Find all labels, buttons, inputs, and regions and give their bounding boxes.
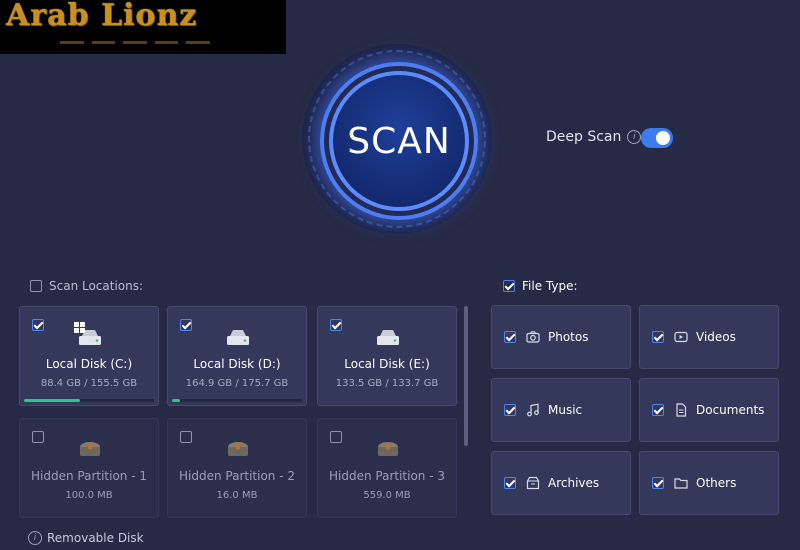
disk-card-d[interactable]: Local Disk (D:) 164.9 GB / 175.7 GB <box>167 306 307 406</box>
file-type-header: File Type: <box>503 279 578 293</box>
music-label: Music <box>548 403 583 417</box>
brand-logo-underline <box>60 38 210 46</box>
removable-disk-label: Removable Disk <box>47 531 144 545</box>
disk-d-size: 164.9 GB / 175.7 GB <box>185 378 289 389</box>
file-type-archives[interactable]: Archives <box>491 451 631 515</box>
windows-icon <box>74 322 85 333</box>
scan-button[interactable]: SCAN <box>329 71 469 211</box>
disk-c-size: 88.4 GB / 155.5 GB <box>40 378 138 389</box>
archives-checkbox[interactable] <box>504 477 516 489</box>
hard-drive-icon <box>227 330 249 345</box>
toggle-knob <box>656 131 670 145</box>
disk-card-c[interactable]: Local Disk (C:) 88.4 GB / 155.5 GB <box>19 306 159 406</box>
partition-2-checkbox[interactable] <box>180 431 192 443</box>
info-icon[interactable]: i <box>627 130 642 144</box>
partition-drive-icon <box>80 442 100 456</box>
archive-icon <box>526 476 540 490</box>
brand-logo: Arab Lionz <box>0 0 286 54</box>
disk-e-size: 133.5 GB / 133.7 GB <box>335 378 439 389</box>
partition-1-size: 100.0 MB <box>65 490 113 501</box>
disk-c-usage-fill <box>24 399 80 402</box>
partition-drive-icon <box>378 442 398 456</box>
partition-card-2[interactable]: Hidden Partition - 2 16.0 MB <box>167 418 307 518</box>
deep-scan-option: Deep Scan i <box>546 129 642 145</box>
partition-3-name: Hidden Partition - 3 <box>329 469 445 483</box>
partition-1-name: Hidden Partition - 1 <box>31 469 147 483</box>
disk-e-checkbox[interactable] <box>330 319 342 331</box>
play-icon <box>674 331 688 343</box>
disk-c-name: Local Disk (C:) <box>45 357 133 371</box>
partition-2-name: Hidden Partition - 2 <box>179 469 295 483</box>
folder-icon <box>674 478 688 489</box>
hard-drive-icon <box>377 330 399 345</box>
scan-locations-header: Scan Locations: <box>30 279 143 293</box>
scan-button-label: SCAN <box>347 120 451 162</box>
file-type-documents[interactable]: Documents <box>639 378 779 442</box>
file-type-label: File Type: <box>522 279 578 293</box>
videos-checkbox[interactable] <box>652 331 664 343</box>
music-icon <box>527 403 539 417</box>
document-icon <box>676 403 687 417</box>
partition-card-1[interactable]: Hidden Partition - 1 100.0 MB <box>19 418 159 518</box>
partition-card-3[interactable]: Hidden Partition - 3 559.0 MB <box>317 418 457 518</box>
deep-scan-label: Deep Scan <box>546 129 622 145</box>
removable-disk-link[interactable]: i Removable Disk <box>28 531 144 545</box>
scan-locations-checkbox[interactable] <box>30 280 42 292</box>
partition-3-checkbox[interactable] <box>330 431 342 443</box>
info-icon: i <box>28 531 42 545</box>
brand-logo-text: Arab Lionz <box>6 0 198 33</box>
videos-label: Videos <box>696 330 736 344</box>
disk-c-usage-track <box>24 399 154 402</box>
deep-scan-toggle[interactable] <box>641 128 673 148</box>
photos-checkbox[interactable] <box>504 331 516 343</box>
disk-c-checkbox[interactable] <box>32 319 44 331</box>
others-label: Others <box>696 476 737 490</box>
disk-d-usage-track <box>172 399 302 402</box>
file-type-videos[interactable]: Videos <box>639 305 779 369</box>
photos-label: Photos <box>548 330 589 344</box>
locations-scrollbar[interactable] <box>464 306 468 446</box>
partition-1-checkbox[interactable] <box>32 431 44 443</box>
partition-3-size: 559.0 MB <box>363 490 411 501</box>
file-type-music[interactable]: Music <box>491 378 631 442</box>
file-type-photos[interactable]: Photos <box>491 305 631 369</box>
scan-button-container: SCAN <box>302 44 492 234</box>
partition-2-size: 16.0 MB <box>216 490 258 501</box>
others-checkbox[interactable] <box>652 477 664 489</box>
camera-icon <box>526 331 540 343</box>
partition-drive-icon <box>228 442 248 456</box>
scan-locations-label: Scan Locations: <box>49 279 144 293</box>
disk-d-name: Local Disk (D:) <box>193 357 281 371</box>
disk-card-e[interactable]: Local Disk (E:) 133.5 GB / 133.7 GB <box>317 306 457 406</box>
disk-d-usage-fill <box>172 399 180 402</box>
disk-e-name: Local Disk (E:) <box>344 357 430 371</box>
disk-d-checkbox[interactable] <box>180 319 192 331</box>
music-checkbox[interactable] <box>504 404 516 416</box>
documents-label: Documents <box>696 403 765 417</box>
archives-label: Archives <box>548 476 600 490</box>
file-type-checkbox[interactable] <box>503 280 515 292</box>
file-type-others[interactable]: Others <box>639 451 779 515</box>
documents-checkbox[interactable] <box>652 404 664 416</box>
